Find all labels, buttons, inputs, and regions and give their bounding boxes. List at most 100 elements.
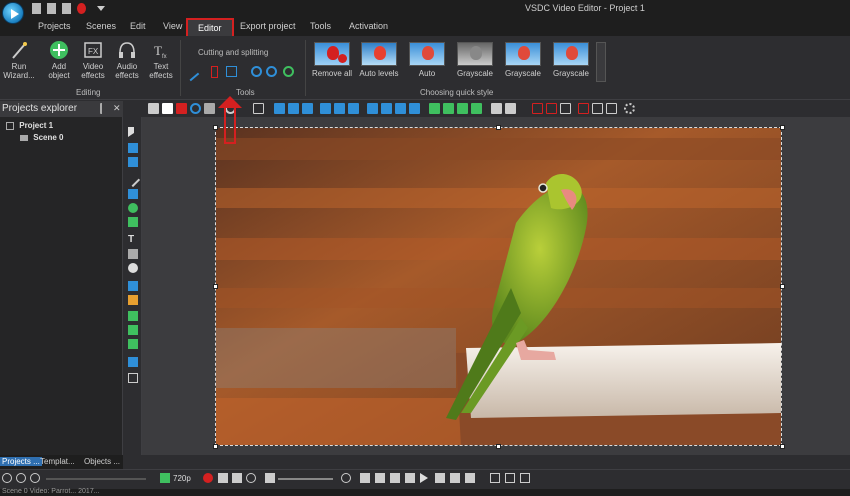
move-icon[interactable] [128, 373, 138, 383]
styles-scroll[interactable] [596, 42, 606, 82]
cut-icon[interactable] [148, 103, 159, 114]
wrench-icon[interactable] [183, 65, 200, 82]
tab-export-project[interactable]: Export project [240, 21, 296, 31]
align-center-icon[interactable] [288, 103, 299, 114]
prev-frame-icon[interactable] [218, 473, 228, 483]
fit-size-icon[interactable] [409, 103, 420, 114]
run-wizard-button[interactable]: Run Wizard... [2, 40, 36, 80]
vsdc-logo-icon[interactable] [2, 2, 24, 24]
snap-icon[interactable] [532, 103, 543, 114]
fast-forward-icon[interactable] [450, 473, 460, 483]
volume-slider[interactable] [278, 478, 333, 480]
same-size-icon[interactable] [395, 103, 406, 114]
resize-handle[interactable] [496, 444, 501, 449]
resolution-select[interactable]: 720p [173, 474, 191, 483]
style-auto-levels[interactable]: Auto levels [357, 42, 401, 78]
rewind-icon[interactable] [375, 473, 385, 483]
image-icon[interactable] [128, 311, 138, 321]
tab-objects-explorer[interactable]: Objects ... [84, 457, 120, 466]
skip-end-icon[interactable] [465, 473, 475, 483]
align-right-icon[interactable] [302, 103, 313, 114]
align-left-icon[interactable] [274, 103, 285, 114]
preview-icon[interactable] [160, 473, 170, 483]
tab-edit[interactable]: Edit [130, 21, 146, 31]
loop-icon[interactable] [246, 473, 256, 483]
grid-icon[interactable] [204, 103, 215, 114]
tab-projects-explorer[interactable]: Projects ... [0, 457, 42, 466]
copy-icon[interactable] [162, 103, 173, 114]
zoom-fit-icon[interactable] [30, 473, 40, 483]
style-grayscale-2[interactable]: Grayscale [501, 42, 545, 78]
tree-scene[interactable]: Scene 0 [20, 133, 63, 142]
rotate-left-icon[interactable] [251, 66, 262, 77]
video-object-icon[interactable] [128, 157, 138, 167]
resize-handle[interactable] [780, 444, 785, 449]
zoom-slider[interactable] [46, 478, 146, 480]
resize-handle[interactable] [780, 284, 785, 289]
video-frame-parrot[interactable] [215, 127, 782, 446]
align-middle-icon[interactable] [334, 103, 345, 114]
align-bottom-icon[interactable] [348, 103, 359, 114]
settings-gear-icon[interactable] [624, 103, 635, 114]
sprite-icon[interactable] [128, 143, 138, 153]
subtitle-icon[interactable] [128, 249, 138, 259]
select-area-icon[interactable] [253, 103, 264, 114]
frame-alt-icon[interactable] [606, 103, 617, 114]
balloon-tool-icon[interactable] [128, 263, 138, 273]
style-auto[interactable]: Auto [405, 42, 449, 78]
animation-icon[interactable] [128, 295, 138, 305]
style-remove-all[interactable]: Remove all [310, 42, 354, 78]
window-mode-icon[interactable] [505, 473, 515, 483]
audio-effects-button[interactable]: Audio effects [110, 40, 144, 80]
pointer-icon[interactable] [128, 127, 138, 137]
distribute-h-icon[interactable] [367, 103, 378, 114]
resize-handle[interactable] [780, 125, 785, 130]
resize-handle[interactable] [496, 125, 501, 130]
tree-project[interactable]: Project 1 [6, 121, 53, 130]
close-panel-icon[interactable]: ✕ [113, 103, 124, 114]
add-object-button[interactable]: Add object [42, 40, 76, 80]
tab-view[interactable]: View [163, 21, 182, 31]
rect-icon[interactable] [560, 103, 571, 114]
tab-projects[interactable]: Projects [38, 21, 71, 31]
video-icon[interactable] [128, 339, 138, 349]
ungroup-icon[interactable] [505, 103, 516, 114]
frame-icon[interactable] [592, 103, 603, 114]
record-button-icon[interactable] [203, 473, 213, 483]
zoom-in-icon[interactable] [2, 473, 12, 483]
ellipse-icon[interactable] [128, 203, 138, 213]
style-grayscale-1[interactable]: Grayscale [453, 42, 497, 78]
line-icon[interactable] [125, 172, 141, 188]
video-effects-button[interactable]: FX Video effects [76, 40, 110, 80]
pin-icon[interactable] [100, 103, 111, 114]
crop-icon[interactable] [226, 66, 237, 77]
stabilize-icon[interactable] [283, 66, 294, 77]
chart-icon[interactable] [128, 281, 138, 291]
marker-icon[interactable] [578, 103, 589, 114]
tab-editor[interactable]: Editor [186, 18, 234, 38]
scene-canvas[interactable] [142, 117, 850, 455]
snap-grid-icon[interactable] [546, 103, 557, 114]
bring-front-icon[interactable] [457, 103, 468, 114]
stop-icon[interactable] [405, 473, 415, 483]
resize-handle[interactable] [213, 284, 218, 289]
audio-icon[interactable] [128, 325, 138, 335]
distribute-v-icon[interactable] [381, 103, 392, 114]
tab-scenes[interactable]: Scenes [86, 21, 116, 31]
text-tool-icon[interactable]: T [128, 235, 138, 245]
next-frame-icon[interactable] [232, 473, 242, 483]
resize-handle[interactable] [213, 444, 218, 449]
send-back-icon[interactable] [471, 103, 482, 114]
move-up-icon[interactable] [429, 103, 440, 114]
tab-tools[interactable]: Tools [310, 21, 331, 31]
delete-icon[interactable] [176, 103, 187, 114]
play-icon[interactable] [420, 473, 428, 483]
circle-select-icon[interactable] [190, 103, 201, 114]
step-back-icon[interactable] [390, 473, 400, 483]
spectrum-icon[interactable] [128, 357, 138, 367]
volume-icon[interactable] [265, 473, 275, 483]
resize-handle[interactable] [213, 125, 218, 130]
split-icon[interactable] [211, 66, 218, 78]
skip-start-icon[interactable] [360, 473, 370, 483]
preview-window-icon[interactable] [520, 473, 530, 483]
